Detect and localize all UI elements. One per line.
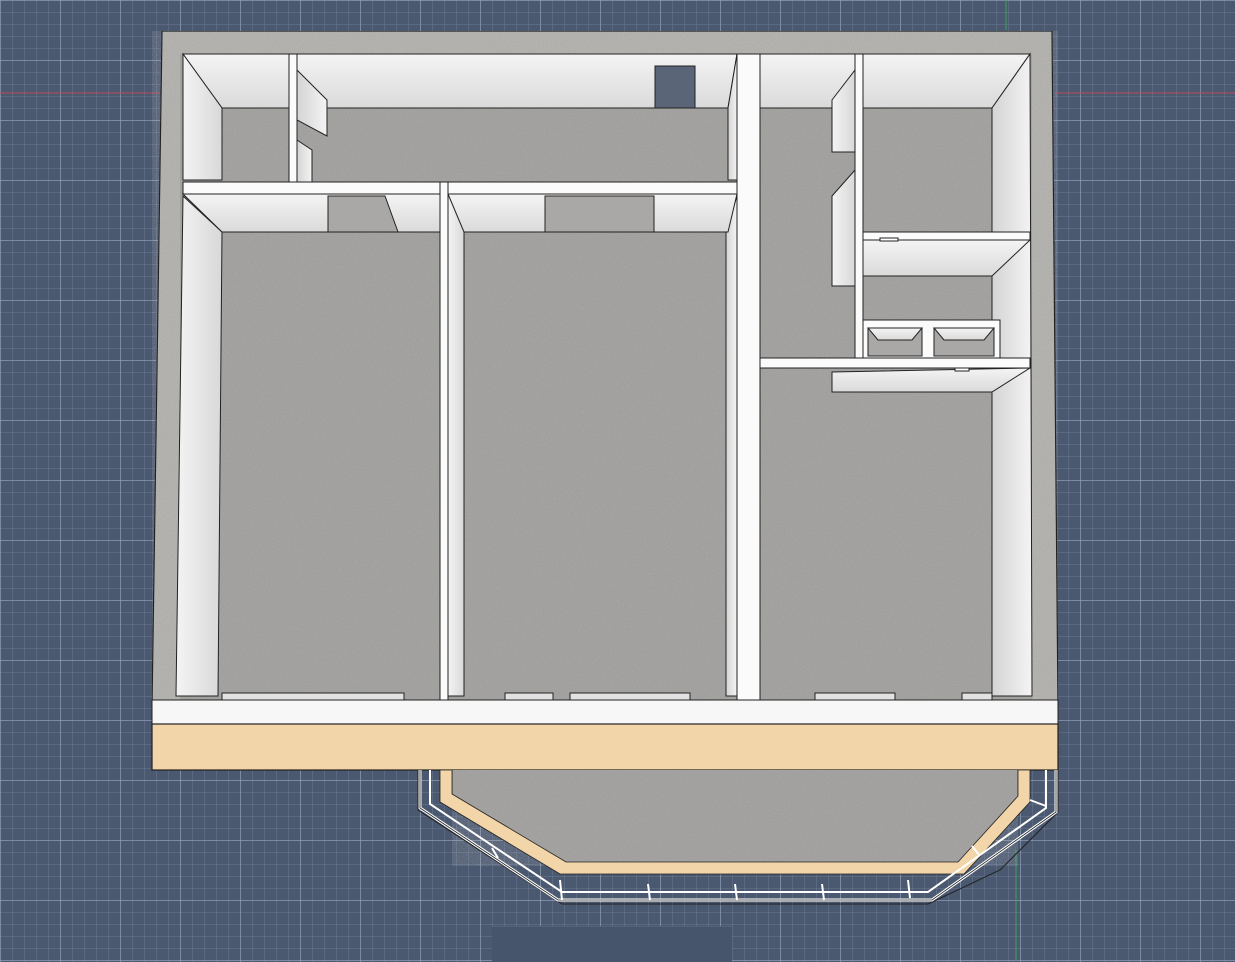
wall-top-block-separator (736, 53, 761, 701)
window-south-3 (569, 692, 691, 701)
window-south-4 (814, 692, 896, 701)
window-recess (654, 65, 696, 109)
wall-face-north (182, 53, 738, 109)
wall-top-service (854, 53, 864, 361)
status-strip (492, 926, 732, 962)
balcony-beam[interactable] (151, 723, 1059, 771)
wall-face-west-room (175, 194, 223, 697)
wall-top-center-divider (439, 181, 449, 701)
window-south-5 (961, 692, 993, 701)
wall-top-lower-right (759, 357, 1031, 369)
window-south-1 (221, 692, 405, 701)
closet-wall-top (288, 53, 298, 183)
floor-plan-model[interactable] (0, 0, 1235, 961)
door-opening-2 (544, 195, 655, 233)
balcony[interactable] (417, 769, 1059, 905)
window-south-2 (504, 692, 554, 701)
wall-face-east-center (725, 195, 738, 697)
wall-face-center-divider (447, 193, 465, 697)
wall-top-divider (182, 181, 738, 195)
3d-viewport[interactable] (0, 0, 1235, 961)
wall-face-north-right (759, 53, 1031, 109)
south-wall-top (151, 699, 1059, 725)
